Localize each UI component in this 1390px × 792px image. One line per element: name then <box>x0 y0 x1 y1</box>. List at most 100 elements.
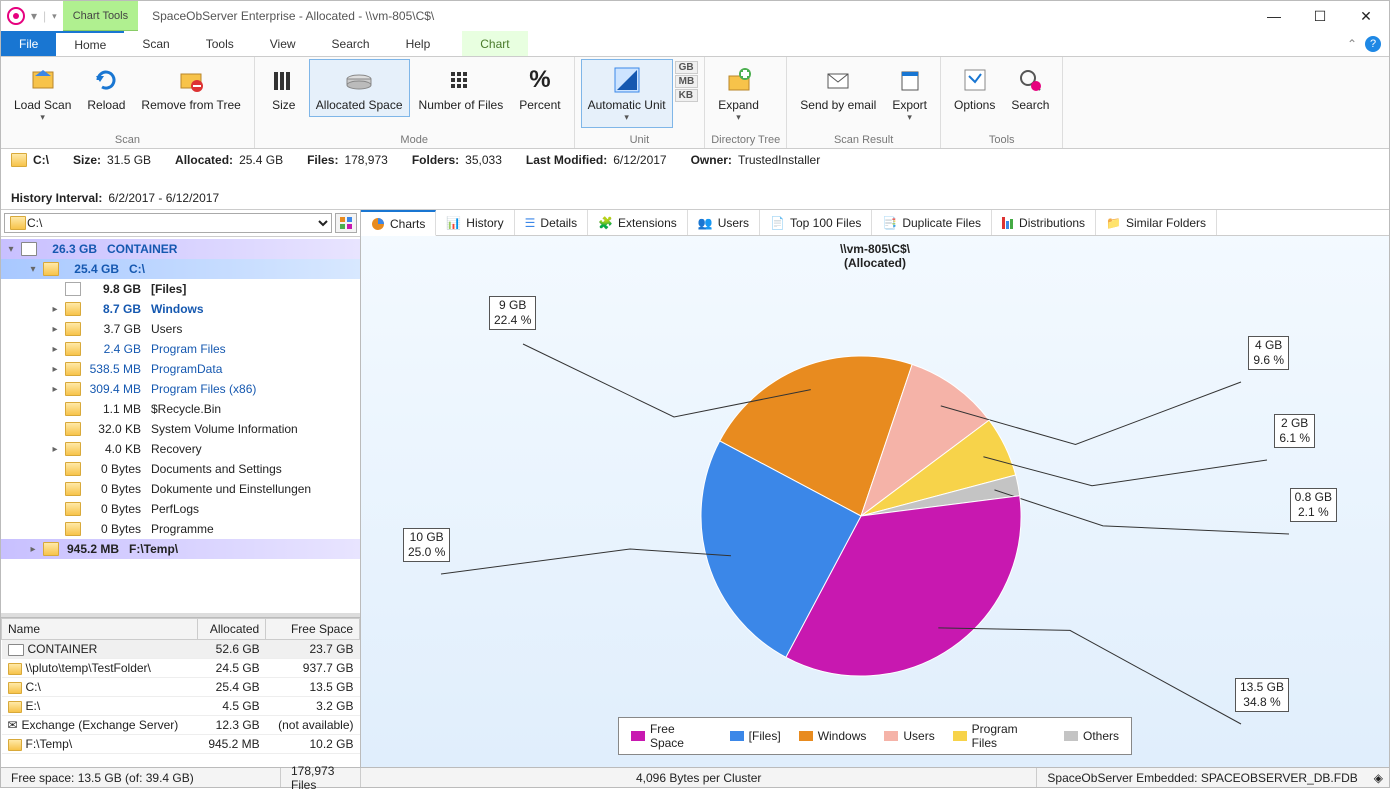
callout-files: 10 GB25.0 % <box>403 528 450 562</box>
grid-row[interactable]: \\pluto\temp\TestFolder\24.5 GB937.7 GB <box>2 659 360 678</box>
tree-row[interactable]: ▸2.4 GBProgram Files <box>1 339 360 359</box>
ribbon-group-scan: Scan <box>7 132 248 148</box>
mode-number-files-button[interactable]: Number of Files <box>412 59 511 117</box>
maximize-button[interactable]: ☐ <box>1297 1 1343 31</box>
col-allocated[interactable]: Allocated <box>198 619 266 640</box>
mode-allocated-button[interactable]: Allocated Space <box>309 59 410 117</box>
tab-file[interactable]: File <box>1 31 56 56</box>
tree-row[interactable]: 32.0 KBSystem Volume Information <box>1 419 360 439</box>
grid-row[interactable]: ✉Exchange (Exchange Server)12.3 GB(not a… <box>2 716 360 735</box>
vtab-distributions[interactable]: Distributions <box>992 210 1096 235</box>
vtab-users[interactable]: 👥Users <box>688 210 760 235</box>
status-files: 178,973 Files <box>281 768 361 787</box>
scans-grid[interactable]: Name Allocated Free Space CONTAINER52.6 … <box>1 618 360 754</box>
minimize-button[interactable]: — <box>1251 1 1297 31</box>
tree-row[interactable]: ▸8.7 GBWindows <box>1 299 360 319</box>
remove-from-tree-button[interactable]: Remove from Tree <box>134 59 247 117</box>
tree-row[interactable]: ▸538.5 MBProgramData <box>1 359 360 379</box>
tree-row[interactable]: 0 BytesProgramme <box>1 519 360 539</box>
ribbon-group-mode: Mode <box>261 132 568 148</box>
col-free[interactable]: Free Space <box>266 619 360 640</box>
unit-kb-button[interactable]: KB <box>675 89 699 102</box>
path-combobox[interactable]: C:\ <box>4 213 332 233</box>
mode-percent-button[interactable]: %Percent <box>512 59 567 117</box>
close-button[interactable]: ✕ <box>1343 1 1389 31</box>
search-button[interactable]: Search <box>1004 59 1056 117</box>
tree-row[interactable]: ▸309.4 MBProgram Files (x86) <box>1 379 360 399</box>
grid-row[interactable]: CONTAINER52.6 GB23.7 GB <box>2 640 360 659</box>
vtab-extensions[interactable]: 🧩Extensions <box>588 210 688 235</box>
window-title: SpaceObServer Enterprise - Allocated - \… <box>138 1 1251 31</box>
vtab-history[interactable]: 📊History <box>436 210 514 235</box>
directory-tree[interactable]: ▾26.3 GBCONTAINER▾25.4 GBC:\9.8 GB[Files… <box>1 237 360 613</box>
callout-windows: 9 GB22.4 % <box>489 296 536 330</box>
status-db-icon[interactable]: ◈ <box>1368 768 1389 787</box>
status-free-space: Free space: 13.5 GB (of: 39.4 GB) <box>1 768 281 787</box>
contextual-tab-label: Chart Tools <box>63 1 138 31</box>
vtab-details[interactable]: ☰Details <box>515 210 588 235</box>
help-icon[interactable]: ? <box>1365 36 1381 52</box>
app-logo-icon <box>7 7 25 25</box>
export-button[interactable]: Export▾ <box>885 59 934 128</box>
ribbon-group-dirtree: Directory Tree <box>711 132 780 148</box>
expand-button[interactable]: Expand▾ <box>711 59 766 128</box>
collapse-ribbon-icon[interactable]: ⌃ <box>1347 37 1357 51</box>
chart-title: \\vm-805\C$\ <box>840 242 910 256</box>
folder-icon <box>10 216 26 230</box>
tree-row[interactable]: ▸4.0 KBRecovery <box>1 439 360 459</box>
unit-mb-button[interactable]: MB <box>675 75 699 88</box>
tree-row[interactable]: 0 BytesDokumente und Einstellungen <box>1 479 360 499</box>
load-scan-button[interactable]: Load Scan▾ <box>7 59 78 128</box>
callout-programfiles: 2 GB6.1 % <box>1274 414 1315 448</box>
callout-others: 0.8 GB2.1 % <box>1290 488 1337 522</box>
vtab-duplicate[interactable]: 📑Duplicate Files <box>872 210 992 235</box>
tab-view[interactable]: View <box>252 31 314 56</box>
pie-chart <box>361 266 1371 746</box>
tree-row[interactable]: 1.1 MB$Recycle.Bin <box>1 399 360 419</box>
col-name[interactable]: Name <box>2 619 198 640</box>
ribbon-group-tools: Tools <box>947 132 1056 148</box>
status-cluster: 4,096 Bytes per Cluster <box>361 768 1037 787</box>
tree-row[interactable]: ▾25.4 GBC:\ <box>1 259 360 279</box>
status-bar: Free space: 13.5 GB (of: 39.4 GB) 178,97… <box>1 767 1389 787</box>
tree-row[interactable]: 0 BytesDocuments and Settings <box>1 459 360 479</box>
tree-row[interactable]: ▸945.2 MBF:\Temp\ <box>1 539 360 559</box>
grid-row[interactable]: C:\25.4 GB13.5 GB <box>2 678 360 697</box>
qat-overflow-icon[interactable]: ▾ <box>52 11 57 22</box>
tab-tools[interactable]: Tools <box>188 31 252 56</box>
info-bar: C:\ Size:31.5 GB Allocated:25.4 GB Files… <box>1 149 1389 210</box>
tree-row[interactable]: ▾26.3 GBCONTAINER <box>1 239 360 259</box>
send-email-button[interactable]: Send by email <box>793 59 883 117</box>
tab-scan[interactable]: Scan <box>124 31 187 56</box>
tree-config-button[interactable] <box>335 213 357 233</box>
tab-help[interactable]: Help <box>388 31 449 56</box>
title-bar: ▾ | ▾ Chart Tools SpaceObServer Enterpri… <box>1 1 1389 31</box>
tab-search[interactable]: Search <box>314 31 388 56</box>
chart-area: \\vm-805\C$\(Allocated) 9 GB22.4 % 10 GB… <box>361 236 1389 767</box>
tree-row[interactable]: 9.8 GB[Files] <box>1 279 360 299</box>
callout-freespace: 13.5 GB34.8 % <box>1235 678 1289 712</box>
tab-home[interactable]: Home <box>56 31 124 56</box>
unit-gb-button[interactable]: GB <box>675 61 699 74</box>
ribbon-tabs: File Home Scan Tools View Search Help Ch… <box>1 31 1389 57</box>
tab-chart[interactable]: Chart <box>462 31 527 56</box>
unit-automatic-button[interactable]: Automatic Unit▾ <box>581 59 673 128</box>
view-tabs: Charts 📊History ☰Details 🧩Extensions 👥Us… <box>361 210 1389 236</box>
tree-row[interactable]: 0 BytesPerfLogs <box>1 499 360 519</box>
grid-row[interactable]: E:\4.5 GB3.2 GB <box>2 697 360 716</box>
reload-button[interactable]: Reload <box>80 59 132 117</box>
vtab-similar[interactable]: 📁Similar Folders <box>1096 210 1217 235</box>
vtab-top100[interactable]: 📄Top 100 Files <box>760 210 872 235</box>
tree-row[interactable]: ▸3.7 GBUsers <box>1 319 360 339</box>
qat-dropdown-icon[interactable]: ▾ <box>31 9 37 23</box>
chart-legend: Free Space [Files] Windows Users Program… <box>618 717 1132 755</box>
grid-row[interactable]: F:\Temp\945.2 MB10.2 GB <box>2 735 360 754</box>
ribbon-group-scanresult: Scan Result <box>793 132 934 148</box>
ribbon-group-unit: Unit <box>581 132 699 148</box>
status-db: SpaceObServer Embedded: SPACEOBSERVER_DB… <box>1037 768 1367 787</box>
ribbon: Load Scan▾ Reload Remove from Tree Scan … <box>1 57 1389 149</box>
options-button[interactable]: Options <box>947 59 1002 117</box>
callout-users: 4 GB9.6 % <box>1248 336 1289 370</box>
vtab-charts[interactable]: Charts <box>361 210 436 236</box>
mode-size-button[interactable]: Size <box>261 59 307 117</box>
